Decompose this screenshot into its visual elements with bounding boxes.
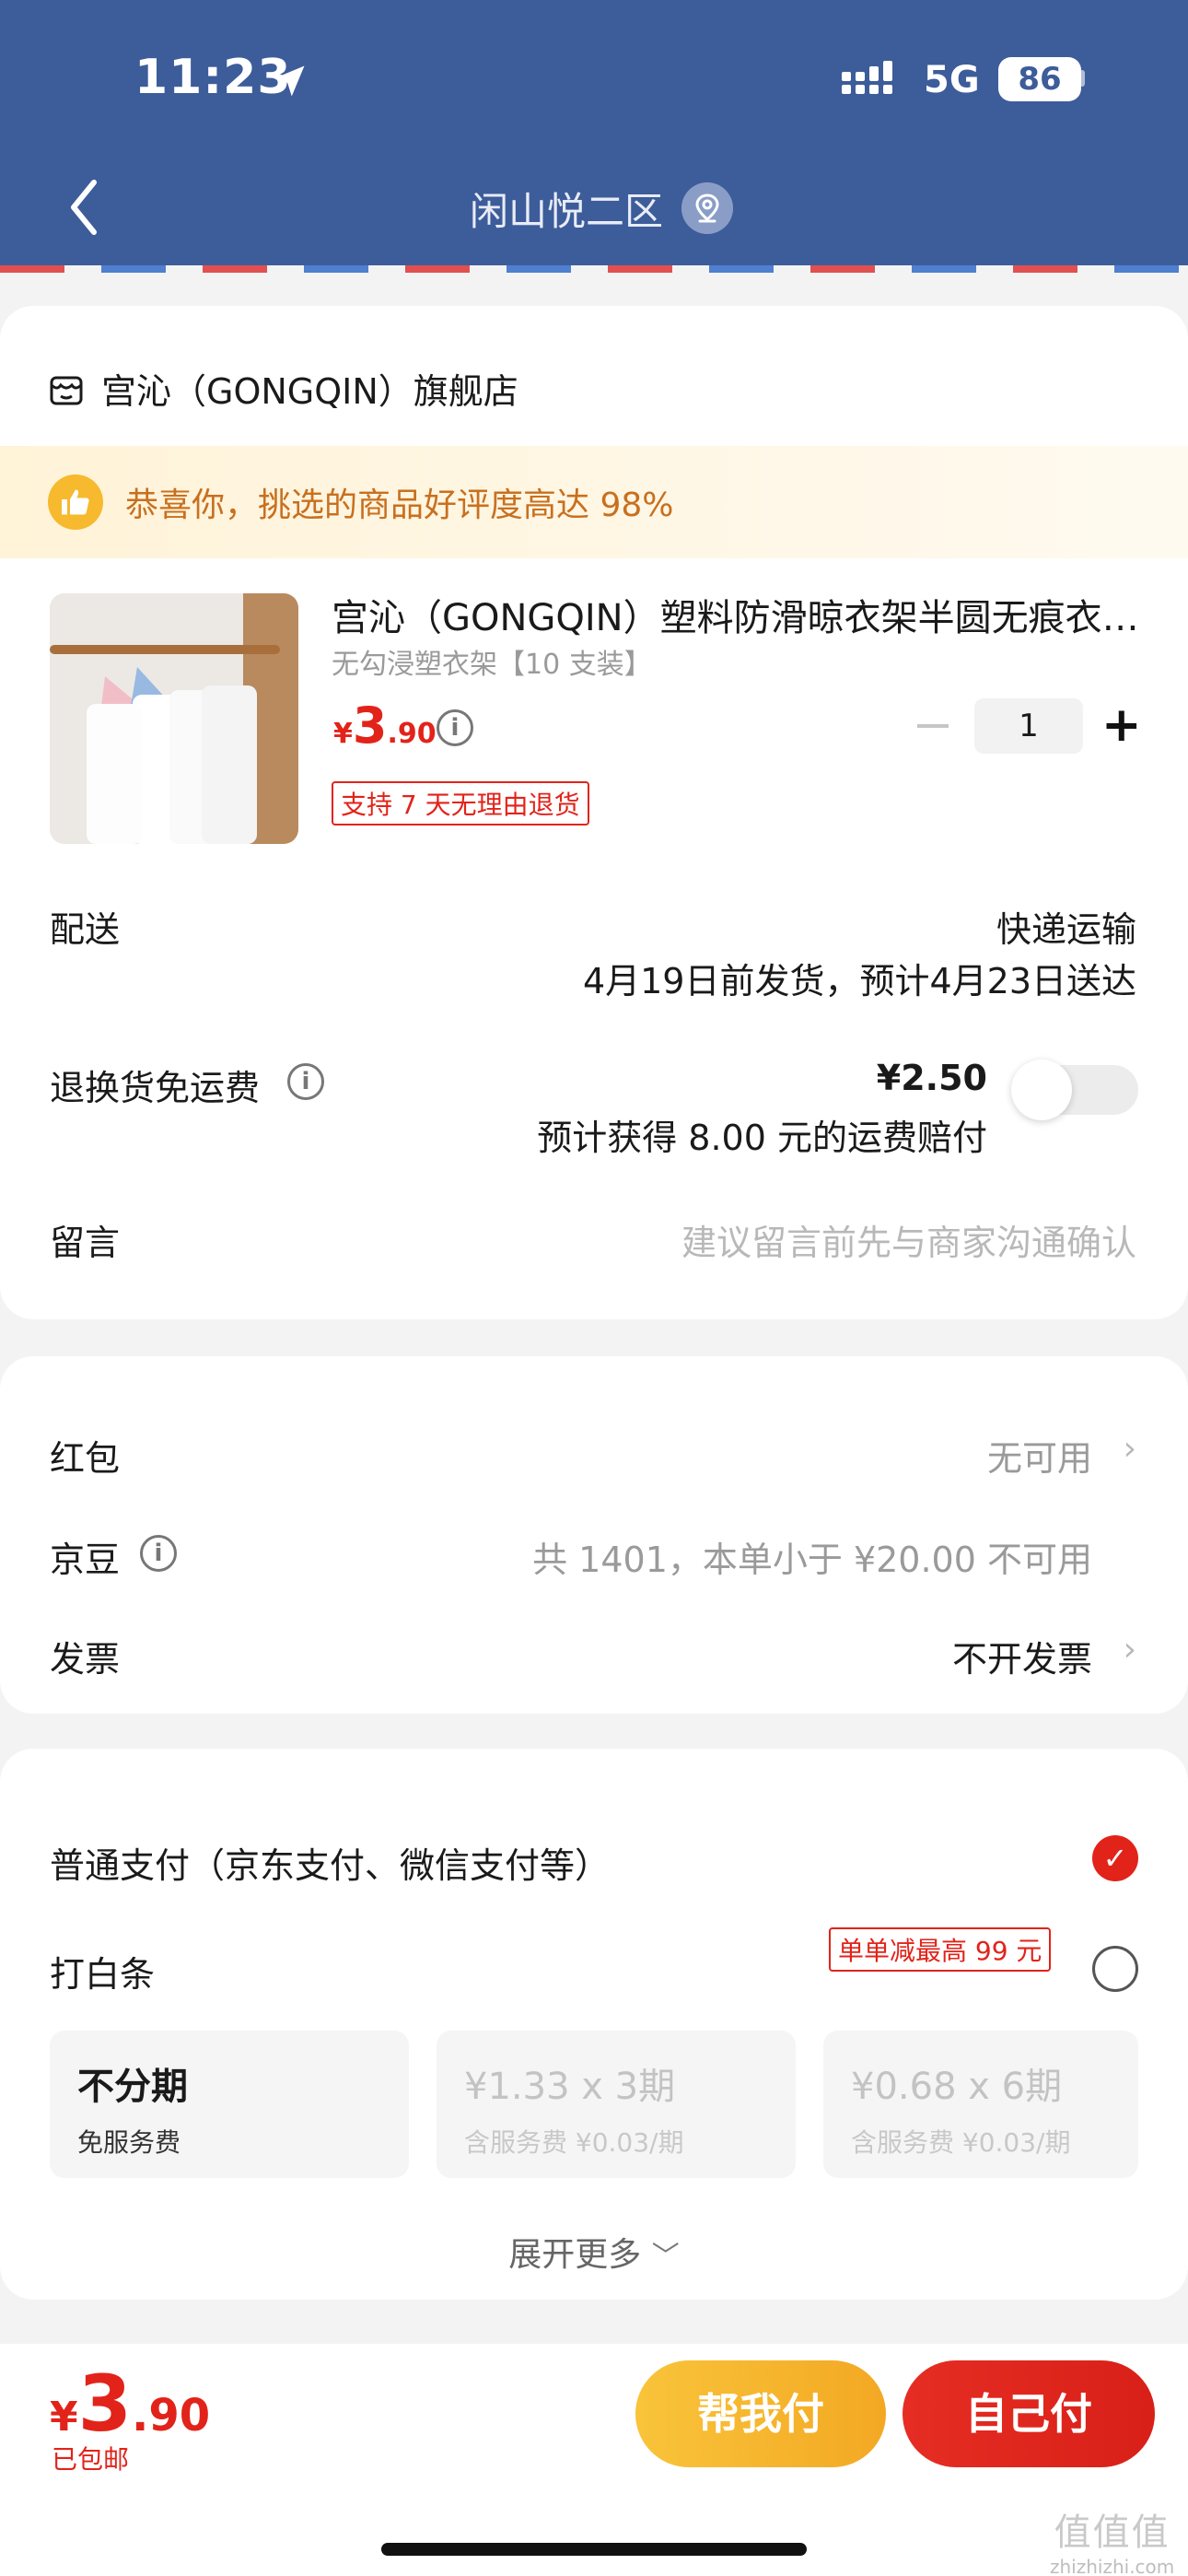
product-title[interactable]: 宫沁（GONGQIN）塑料防滑晾衣架半圆无痕衣… <box>332 588 1142 641</box>
plan-title: ¥1.33 x 3期 <box>464 2066 676 2108</box>
price-symbol: ¥ <box>333 718 353 750</box>
total-integer: 3 <box>77 2359 133 2449</box>
praise-banner: 恭喜你，挑选的商品好评度高达 98% <box>0 446 1188 558</box>
chevron-down-icon: ﹀ <box>651 2241 680 2273</box>
quantity-input[interactable]: 1 <box>974 698 1083 754</box>
product-spec: 无勾浸塑衣架【10 支装】 <box>332 649 652 681</box>
location-pin-icon[interactable] <box>681 182 733 234</box>
expand-more-button[interactable]: 展开更多 ﹀ <box>0 2228 1188 2276</box>
status-time: 11:23 <box>134 50 292 105</box>
price-integer: 3 <box>352 697 388 755</box>
store-row[interactable]: 宫沁（GONGQIN）旗舰店 <box>48 363 518 414</box>
benefits-card: 红包 无可用 › 京豆 i 共 1401，本单小于 ¥20.00 不可用 发票 … <box>0 1356 1188 1714</box>
price-info-icon[interactable]: i <box>437 709 473 746</box>
watermark: 值值值 zhizhizhi.com <box>1050 2502 1174 2576</box>
message-input[interactable]: 建议留言前先与商家沟通确认 <box>681 1214 1136 1265</box>
message-label: 留言 <box>50 1223 121 1263</box>
toggle-knob <box>1011 1060 1072 1120</box>
signal-icon <box>842 61 892 94</box>
praise-text: 恭喜你，挑选的商品好评度高达 98% <box>125 486 674 524</box>
redpacket-chevron-icon[interactable]: › <box>1124 1430 1136 1468</box>
address-border-stripe <box>0 265 1188 273</box>
product-price: ¥3.90 <box>333 697 437 755</box>
expand-more-label: 展开更多 <box>508 2236 642 2274</box>
price-decimal: .90 <box>387 718 437 750</box>
location-arrow-icon <box>274 65 305 97</box>
return-insurance-info-icon[interactable]: i <box>287 1063 324 1100</box>
redpacket-value[interactable]: 无可用 <box>987 1430 1092 1481</box>
watermark-url: zhizhizhi.com <box>1050 2556 1175 2576</box>
delivery-schedule: 4月19日前发货，预计4月23日送达 <box>582 961 1136 1001</box>
jd-bean-value: 共 1401，本单小于 ¥20.00 不可用 <box>532 1540 1092 1580</box>
order-item-card: 宫沁（GONGQIN）旗舰店 恭喜你，挑选的商品好评度高达 98% 宫沁（GON… <box>0 306 1188 1319</box>
return-insurance-compensation: 预计获得 8.00 元的运费赔付 <box>537 1118 987 1158</box>
store-icon <box>50 376 83 404</box>
quantity-increase-button[interactable]: + <box>1101 698 1142 754</box>
return-insurance-toggle[interactable] <box>1011 1060 1138 1120</box>
battery-indicator: 86 <box>998 57 1081 101</box>
payment-card: 普通支付（京东支付、微信支付等） ✓ 打白条 单单减最高 99 元 不分期 免服… <box>0 1749 1188 2300</box>
watermark-logo: 值值值 <box>1054 2512 1171 2554</box>
installment-plan-3[interactable]: ¥1.33 x 3期 含服务费 ¥0.03/期 <box>437 2031 796 2178</box>
normal-payment-check-icon[interactable]: ✓ <box>1092 1835 1138 1881</box>
jd-bean-label: 京豆 <box>50 1540 121 1580</box>
self-pay-button[interactable]: 自己付 <box>903 2360 1155 2467</box>
installment-plan-none[interactable]: 不分期 免服务费 <box>50 2031 409 2178</box>
store-name: 宫沁（GONGQIN）旗舰店 <box>101 371 518 412</box>
baitiao-label[interactable]: 打白条 <box>50 1946 155 1996</box>
baitiao-radio[interactable] <box>1092 1946 1138 1992</box>
total-price: ¥3.90 <box>50 2359 210 2449</box>
invoice-chevron-icon[interactable]: › <box>1124 1631 1136 1669</box>
home-indicator[interactable] <box>381 2543 807 2556</box>
help-pay-button[interactable]: 帮我付 <box>635 2360 886 2467</box>
plan-subtitle: 含服务费 ¥0.03/期 <box>464 2127 684 2158</box>
quantity-decrease-button[interactable] <box>917 724 949 728</box>
product-image[interactable] <box>50 593 298 844</box>
installment-plan-6[interactable]: ¥0.68 x 6期 含服务费 ¥0.03/期 <box>823 2031 1138 2178</box>
plan-subtitle: 免服务费 <box>77 2127 181 2158</box>
redpacket-label: 红包 <box>50 1438 121 1479</box>
plan-title: 不分期 <box>77 2066 188 2108</box>
invoice-value[interactable]: 不开发票 <box>952 1631 1092 1681</box>
delivery-method[interactable]: 快递运输 <box>996 901 1136 952</box>
total-decimal: .90 <box>132 2390 211 2441</box>
jd-bean-info-icon[interactable]: i <box>140 1535 177 1572</box>
return-policy-tag: 支持 7 天无理由退货 <box>332 781 589 825</box>
return-insurance-price: ¥2.50 <box>876 1058 987 1098</box>
top-header: 11:23 5G 86 闲山悦二区 <box>0 0 1188 269</box>
total-symbol: ¥ <box>50 2394 78 2441</box>
thumbs-up-icon <box>48 474 103 530</box>
invoice-label: 发票 <box>50 1639 121 1680</box>
battery-cap <box>1079 70 1085 87</box>
plan-title: ¥0.68 x 6期 <box>851 2066 1063 2108</box>
network-label: 5G <box>924 59 980 101</box>
baitiao-promo-tag: 单单减最高 99 元 <box>829 1927 1052 1972</box>
normal-payment-label[interactable]: 普通支付（京东支付、微信支付等） <box>50 1837 610 1888</box>
plan-subtitle: 含服务费 ¥0.03/期 <box>851 2127 1071 2158</box>
return-insurance-label: 退换货免运费 <box>50 1068 261 1108</box>
delivery-label: 配送 <box>50 909 121 950</box>
shipping-note: 已包邮 <box>52 2444 130 2475</box>
header-title-wrap[interactable]: 闲山悦二区 <box>0 181 1188 237</box>
